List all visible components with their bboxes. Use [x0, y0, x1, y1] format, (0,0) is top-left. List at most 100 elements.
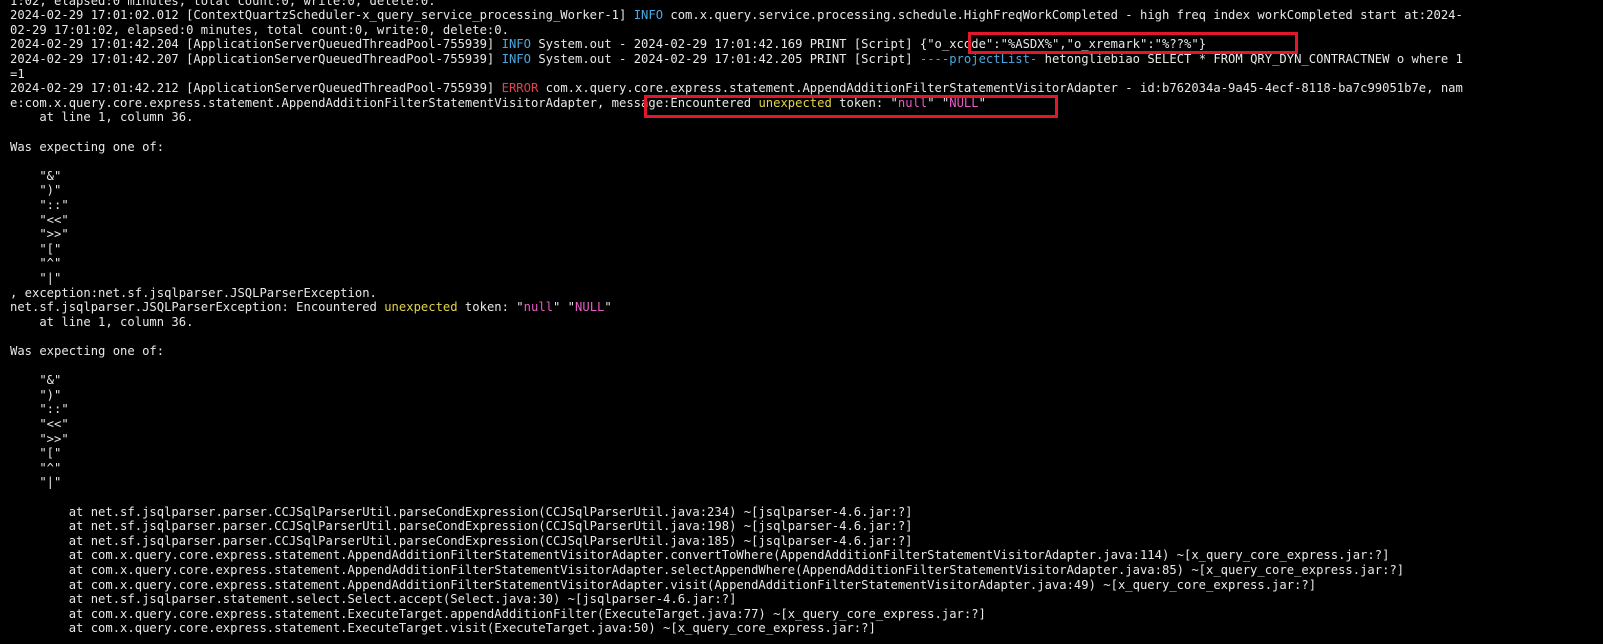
- log-info-token: INFO: [501, 37, 531, 52]
- log-line: "<<": [10, 212, 69, 228]
- log-text: "^": [10, 460, 62, 475]
- log-line: =1: [10, 67, 25, 82]
- log-text: "<<": [10, 212, 69, 227]
- log-text: com.x.query.core.express.statement.Appen…: [538, 81, 1463, 96]
- log-text: hetongliebiao SELECT * FROM QRY_DYN_CONT…: [1037, 51, 1463, 66]
- log-line: at line 1, column 36.: [10, 315, 193, 330]
- log-error-token: ERROR: [501, 81, 539, 96]
- log-line: at com.x.query.core.express.statement.Ap…: [10, 578, 1316, 593]
- log-line: Was expecting one of:: [10, 344, 164, 359]
- log-line: at com.x.query.core.express.statement.Ap…: [10, 548, 1390, 563]
- log-text: "&": [10, 168, 62, 183]
- log-line: "::": [10, 402, 69, 417]
- log-str-token: NULL: [575, 300, 605, 315]
- log-text: at com.x.query.core.express.statement.Ap…: [10, 548, 1390, 563]
- log-text: at net.sf.jsqlparser.parser.CCJSqlParser…: [10, 519, 913, 534]
- log-text: 1:02, elapsed:0 minutes, total count:0, …: [10, 0, 436, 8]
- log-text: 2024-02-29 17:01:42.207 [ApplicationServ…: [10, 51, 502, 66]
- log-info-token: INFO: [633, 8, 664, 23]
- log-line: at net.sf.jsqlparser.parser.CCJSqlParser…: [10, 519, 913, 534]
- log-text: Was expecting one of:: [10, 343, 165, 358]
- log-text: token: ": [457, 300, 524, 315]
- log-text: ">>": [10, 431, 69, 446]
- log-line: "|": [10, 475, 61, 490]
- log-line: "^": [10, 256, 61, 271]
- log-line: 2024-02-29 17:01:42.212 [ApplicationServ…: [10, 81, 1463, 96]
- log-text: " ": [927, 95, 950, 110]
- log-line: at line 1, column 36.: [10, 110, 193, 125]
- log-text: , exception:net.sf.jsqlparser.JSQLParser…: [10, 285, 377, 300]
- log-line: Was expecting one of:: [10, 140, 164, 155]
- log-text: com.x.query.service.processing.schedule.…: [663, 8, 1463, 23]
- log-str-token: NULL: [949, 95, 979, 110]
- log-line: at com.x.query.core.express.statement.Ap…: [10, 563, 1404, 578]
- log-link-token: ----projectList-: [919, 51, 1038, 66]
- log-line: , exception:net.sf.jsqlparser.JSQLParser…: [10, 286, 377, 301]
- log-text: at net.sf.jsqlparser.parser.CCJSqlParser…: [10, 504, 913, 519]
- log-text: 02-29 17:01:02, elapsed:0 minutes, total…: [10, 22, 509, 37]
- log-text: at line 1, column 36.: [10, 314, 194, 329]
- log-text: token: ": [831, 95, 898, 110]
- log-line: ")": [10, 183, 61, 198]
- log-kw-token: unexpected: [758, 95, 832, 110]
- log-text: =1: [10, 66, 25, 81]
- log-text: "::": [10, 402, 69, 417]
- terminal-output[interactable]: 1:02, elapsed:0 minutes, total count:0, …: [0, 0, 1603, 644]
- log-text: System.out - 2024-02-29 17:01:42.169 PRI…: [530, 37, 1207, 52]
- log-line: at com.x.query.core.express.statement.Ex…: [10, 621, 876, 636]
- log-text: at com.x.query.core.express.statement.Ap…: [10, 562, 1405, 577]
- log-text: "[": [10, 241, 62, 256]
- log-line: at com.x.query.core.express.statement.Ex…: [10, 607, 986, 622]
- log-text: ")": [10, 387, 62, 402]
- log-text: 2024-02-29 17:01:02.012 [ContextQuartzSc…: [10, 8, 634, 23]
- log-info-token: INFO: [501, 51, 531, 66]
- log-line: 2024-02-29 17:01:02.012 [ContextQuartzSc…: [10, 8, 1463, 23]
- log-text: " ": [553, 300, 576, 315]
- log-text: ">>": [10, 227, 69, 242]
- log-text: e:com.x.query.core.express.statement.App…: [10, 95, 759, 110]
- log-text: "^": [10, 256, 62, 271]
- log-line: ">>": [10, 431, 69, 447]
- log-kw-token: unexpected: [384, 300, 458, 315]
- log-line: "<<": [10, 416, 69, 432]
- log-line: net.sf.jsqlparser.JSQLParserException: E…: [10, 300, 612, 315]
- log-text: at com.x.query.core.express.statement.Ap…: [10, 577, 1317, 592]
- log-str-token: null: [897, 95, 928, 110]
- log-text: "|": [10, 270, 62, 285]
- log-line: ">>": [10, 227, 69, 242]
- log-line: at net.sf.jsqlparser.statement.select.Se…: [10, 592, 737, 607]
- log-text: at com.x.query.core.express.statement.Ex…: [10, 621, 876, 636]
- log-line: "|": [10, 271, 61, 286]
- log-text: at net.sf.jsqlparser.parser.CCJSqlParser…: [10, 533, 913, 548]
- log-text: Was expecting one of:: [10, 139, 165, 154]
- log-line: 2024-02-29 17:01:42.204 [ApplicationServ…: [10, 37, 1206, 52]
- log-line: 2024-02-29 17:01:42.207 [ApplicationServ…: [10, 52, 1463, 67]
- log-line: e:com.x.query.core.express.statement.App…: [10, 96, 986, 111]
- log-line: ")": [10, 388, 61, 403]
- log-text: "<<": [10, 416, 69, 431]
- log-text: 2024-02-29 17:01:42.204 [ApplicationServ…: [10, 37, 502, 52]
- log-text: "::": [10, 197, 69, 212]
- log-text: net.sf.jsqlparser.JSQLParserException: E…: [10, 300, 385, 315]
- log-line: "::": [10, 197, 69, 213]
- log-text: at com.x.query.core.express.statement.Ex…: [10, 606, 986, 621]
- log-str-token: null: [523, 300, 553, 315]
- log-line: 02-29 17:01:02, elapsed:0 minutes, total…: [10, 23, 509, 38]
- log-text: "[": [10, 446, 62, 461]
- log-line: "&": [10, 169, 61, 184]
- log-text: at line 1, column 36.: [10, 110, 194, 125]
- log-line: "&": [10, 373, 61, 388]
- log-line: at net.sf.jsqlparser.parser.CCJSqlParser…: [10, 505, 913, 520]
- log-text: 2024-02-29 17:01:42.212 [ApplicationServ…: [10, 81, 502, 96]
- log-line: "^": [10, 461, 61, 476]
- log-text: ": [604, 300, 612, 315]
- log-line: "[": [10, 446, 61, 461]
- log-text: System.out - 2024-02-29 17:01:42.205 PRI…: [530, 51, 920, 66]
- log-text: at net.sf.jsqlparser.statement.select.Se…: [10, 592, 737, 607]
- log-line: "[": [10, 242, 61, 257]
- log-text: "&": [10, 373, 62, 388]
- log-line: at net.sf.jsqlparser.parser.CCJSqlParser…: [10, 534, 913, 549]
- log-text: ")": [10, 183, 62, 198]
- log-text: ": [978, 95, 986, 110]
- log-text: "|": [10, 475, 62, 490]
